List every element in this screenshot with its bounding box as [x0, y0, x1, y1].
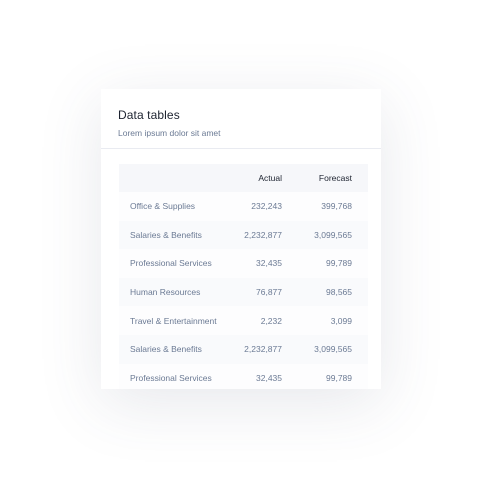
data-table: Actual Forecast Office & Supplies 232,24… — [119, 164, 368, 389]
column-header-spacer — [352, 164, 368, 192]
row-spacer — [352, 278, 368, 307]
row-label: Office & Supplies — [130, 201, 196, 212]
row-label: Travel & Entertainment — [130, 315, 217, 326]
column-header-forecast: Forecast — [318, 173, 352, 183]
card-title: Data tables — [118, 108, 180, 122]
table-header: Actual Forecast — [119, 164, 368, 192]
row-spacer — [352, 364, 368, 389]
row-spacer — [352, 221, 368, 250]
table-row: Human Resources 76,877 98,565 — [119, 277, 368, 307]
row-label: Salaries & Benefits — [130, 229, 202, 240]
row-forecast: 99,789 — [326, 372, 352, 383]
row-actual: 2,232,877 — [244, 229, 282, 240]
column-header-actual: Actual — [258, 173, 282, 183]
data-table-card: Data tables Lorem ipsum dolor sit amet A… — [101, 89, 381, 389]
row-label: Human Resources — [130, 287, 201, 298]
row-forecast: 3,099,565 — [314, 229, 352, 240]
row-actual: 2,232 — [260, 315, 282, 326]
row-actual: 232,243 — [251, 201, 282, 212]
table-row: Salaries & Benefits 2,232,877 3,099,565 — [119, 220, 368, 250]
table-row: Professional Services 32,435 99,789 — [119, 363, 368, 389]
row-forecast: 98,565 — [326, 287, 352, 298]
row-spacer — [352, 306, 368, 335]
table-header-row: Actual Forecast — [119, 164, 368, 192]
card-header: Data tables Lorem ipsum dolor sit amet — [101, 89, 381, 149]
row-forecast: 99,789 — [326, 258, 352, 269]
row-actual: 76,877 — [256, 287, 282, 298]
row-actual: 32,435 — [256, 258, 282, 269]
card-subtitle: Lorem ipsum dolor sit amet — [118, 128, 221, 138]
row-forecast: 3,099,565 — [314, 344, 352, 355]
table-body: Office & Supplies 232,243 399,768 Salari… — [119, 192, 368, 389]
table-row: Professional Services 32,435 99,789 — [119, 249, 368, 278]
table-row: Office & Supplies 232,243 399,768 — [119, 192, 368, 221]
row-forecast: 3,099 — [330, 315, 352, 326]
row-actual: 2,232,877 — [244, 344, 282, 355]
row-label: Salaries & Benefits — [130, 344, 202, 355]
row-actual: 32,435 — [256, 372, 282, 383]
table-row: Travel & Entertainment 2,232 3,099 — [119, 306, 368, 335]
table-row: Salaries & Benefits 2,232,877 3,099,565 — [119, 334, 368, 364]
table-container: Actual Forecast Office & Supplies 232,24… — [119, 164, 368, 389]
row-spacer — [352, 249, 368, 278]
row-spacer — [352, 335, 368, 364]
row-forecast: 399,768 — [321, 201, 352, 212]
row-spacer — [352, 192, 368, 221]
column-header-label — [119, 164, 232, 192]
row-label: Professional Services — [130, 372, 212, 383]
row-label: Professional Services — [130, 258, 212, 269]
